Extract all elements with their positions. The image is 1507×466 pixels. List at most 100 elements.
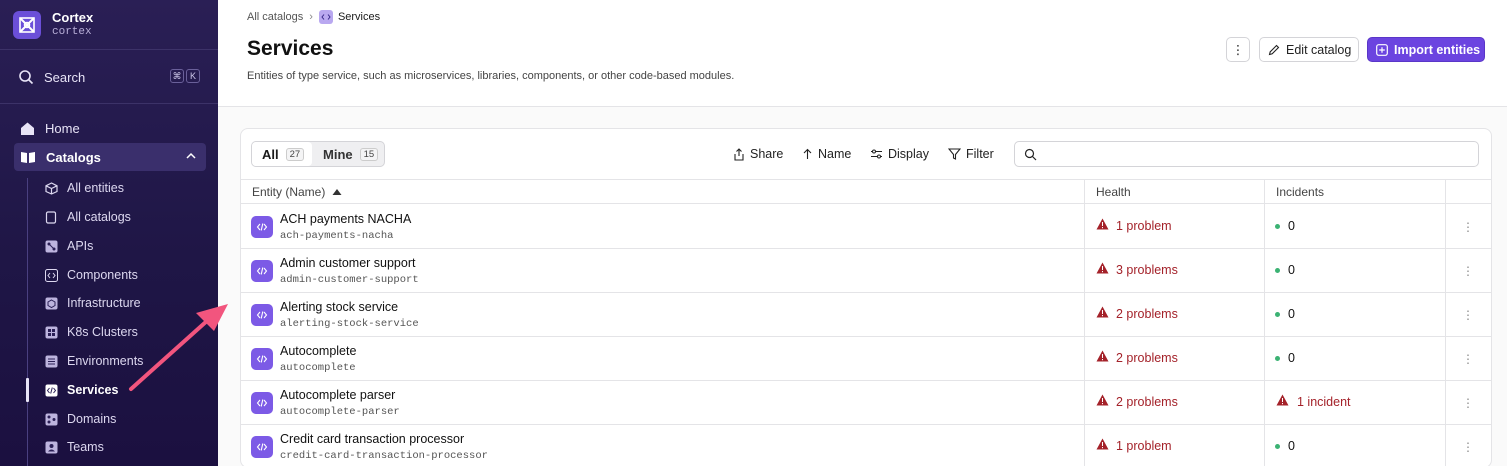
sidebar-item-all-catalogs[interactable]: All catalogs xyxy=(44,207,131,227)
entity-search[interactable] xyxy=(1014,141,1479,167)
health-cell[interactable]: 3 problems xyxy=(1096,262,1178,277)
sidebar-item-label: Environments xyxy=(67,354,144,368)
table-row[interactable]: Credit card transaction processor credit-… xyxy=(241,425,1491,466)
tab-label: All xyxy=(262,146,279,162)
incidents-cell: 0 xyxy=(1275,307,1295,321)
tab-all[interactable]: All 27 xyxy=(252,142,312,166)
health-cell[interactable]: 1 problem xyxy=(1096,218,1172,233)
display-label: Display xyxy=(888,147,929,161)
sidebar-item-label: APIs xyxy=(67,239,94,253)
health-value: 3 problems xyxy=(1116,262,1178,277)
more-vertical-icon: ⋮ xyxy=(1462,440,1474,454)
warning-icon xyxy=(1096,350,1109,365)
health-cell[interactable]: 2 problems xyxy=(1096,350,1178,365)
incidents-cell: 0 xyxy=(1275,263,1295,277)
import-entities-button[interactable]: Import entities xyxy=(1367,37,1485,62)
search-input[interactable] xyxy=(1043,147,1463,161)
tab-label: Mine xyxy=(323,146,353,162)
tab-count: 15 xyxy=(359,147,379,161)
sidebar-item-label: Infrastructure xyxy=(67,296,141,310)
api-icon xyxy=(44,239,58,253)
infrastructure-icon xyxy=(44,296,58,310)
health-value: 2 problems xyxy=(1116,394,1178,409)
row-menu-button[interactable]: ⋮ xyxy=(1462,262,1474,280)
sidebar-item-teams[interactable]: Teams xyxy=(44,437,104,457)
pencil-icon xyxy=(1268,44,1280,55)
sidebar-item-k8s-clusters[interactable]: K8s Clusters xyxy=(44,322,138,342)
display-button[interactable]: Display xyxy=(870,146,929,162)
org-switcher[interactable]: Cortex cortex xyxy=(13,10,93,40)
chevron-right-icon: › xyxy=(309,11,313,23)
table-row[interactable]: Autocomplete autocomplete 2 problems 0 ⋮ xyxy=(241,337,1491,381)
row-menu-button[interactable]: ⋮ xyxy=(1462,218,1474,236)
share-button[interactable]: Share xyxy=(733,146,783,162)
entity-name[interactable]: Autocomplete xyxy=(280,344,356,358)
more-vertical-icon: ⋮ xyxy=(1462,352,1474,366)
sidebar-item-all-entities[interactable]: All entities xyxy=(44,178,124,198)
tab-mine[interactable]: Mine 15 xyxy=(312,142,384,166)
row-menu-button[interactable]: ⋮ xyxy=(1462,438,1474,456)
row-menu-button[interactable]: ⋮ xyxy=(1462,306,1474,324)
breadcrumb-current: Services xyxy=(337,11,381,23)
sidebar-item-label: All entities xyxy=(67,181,124,195)
sidebar-item-apis[interactable]: APIs xyxy=(44,236,93,256)
entity-name[interactable]: ACH payments NACHA xyxy=(280,212,411,226)
breadcrumb-parent[interactable]: All catalogs xyxy=(247,11,303,23)
entity-name[interactable]: Credit card transaction processor xyxy=(280,432,464,446)
health-value: 2 problems xyxy=(1116,350,1178,365)
entity-tag: autocomplete-parser xyxy=(280,406,400,418)
filter-button[interactable]: Filter xyxy=(948,146,994,162)
health-cell[interactable]: 2 problems xyxy=(1096,306,1178,321)
sidebar-item-domains[interactable]: Domains xyxy=(44,409,116,429)
table-row[interactable]: Alerting stock service alerting-stock-ser… xyxy=(241,293,1491,337)
sidebar-item-home[interactable]: Home xyxy=(20,118,80,138)
table-row[interactable]: Admin customer support admin-customer-sup… xyxy=(241,249,1491,293)
cube-icon xyxy=(44,181,58,195)
sidebar-search[interactable]: Search ⌘ K xyxy=(18,66,204,88)
column-entity-name[interactable]: Entity (Name) xyxy=(252,180,342,204)
code-icon xyxy=(251,348,273,370)
sidebar-item-catalogs[interactable]: Catalogs xyxy=(14,143,206,171)
health-value: 1 problem xyxy=(1116,438,1172,453)
code-icon xyxy=(251,216,273,238)
row-menu-button[interactable]: ⋮ xyxy=(1462,350,1474,368)
column-incidents[interactable]: Incidents xyxy=(1276,180,1324,204)
column-label: Entity (Name) xyxy=(252,185,326,199)
incidents-cell: 0 xyxy=(1275,351,1295,365)
warning-icon xyxy=(1096,394,1109,409)
sidebar-item-label: Home xyxy=(45,120,80,136)
sort-button[interactable]: Name xyxy=(802,146,851,162)
incidents-value: 1 incident xyxy=(1297,394,1351,409)
entity-name[interactable]: Alerting stock service xyxy=(280,300,398,314)
entity-tag: ach-payments-nacha xyxy=(280,230,394,242)
sort-label: Name xyxy=(818,147,852,161)
page-title: Services xyxy=(247,37,334,60)
sidebar-item-services[interactable]: Services xyxy=(44,380,118,400)
code-icon xyxy=(251,304,273,326)
tab-count: 27 xyxy=(285,147,305,161)
table-row[interactable]: ACH payments NACHA ach-payments-nacha 1 pr… xyxy=(241,205,1491,249)
sidebar-item-environments[interactable]: Environments xyxy=(44,351,143,371)
sidebar-item-components[interactable]: Components xyxy=(44,265,138,285)
domains-icon xyxy=(44,412,58,426)
code-icon xyxy=(251,260,273,282)
table-row[interactable]: Autocomplete parser autocomplete-parser 2 … xyxy=(241,381,1491,425)
sidebar-item-infrastructure[interactable]: Infrastructure xyxy=(44,293,141,313)
share-label: Share xyxy=(750,147,784,161)
entity-name[interactable]: Autocomplete parser xyxy=(280,388,395,402)
health-cell[interactable]: 2 problems xyxy=(1096,394,1178,409)
more-options-button[interactable]: ⋮ xyxy=(1226,37,1250,62)
column-label: Health xyxy=(1096,185,1131,199)
more-vertical-icon: ⋮ xyxy=(1231,43,1245,57)
column-label: Incidents xyxy=(1276,185,1325,199)
status-dot-icon xyxy=(1275,223,1280,229)
column-health[interactable]: Health xyxy=(1096,180,1131,204)
edit-catalog-button[interactable]: Edit catalog xyxy=(1259,37,1359,62)
sidebar: Cortex cortex Search ⌘ K Home Catalogs A… xyxy=(0,0,218,466)
warning-icon xyxy=(1096,306,1109,321)
shortcut-key-k: K xyxy=(186,69,200,83)
row-menu-button[interactable]: ⋮ xyxy=(1462,394,1474,412)
entity-name[interactable]: Admin customer support xyxy=(280,256,415,270)
entity-tag: alerting-stock-service xyxy=(280,318,419,330)
health-cell[interactable]: 1 problem xyxy=(1096,438,1172,453)
